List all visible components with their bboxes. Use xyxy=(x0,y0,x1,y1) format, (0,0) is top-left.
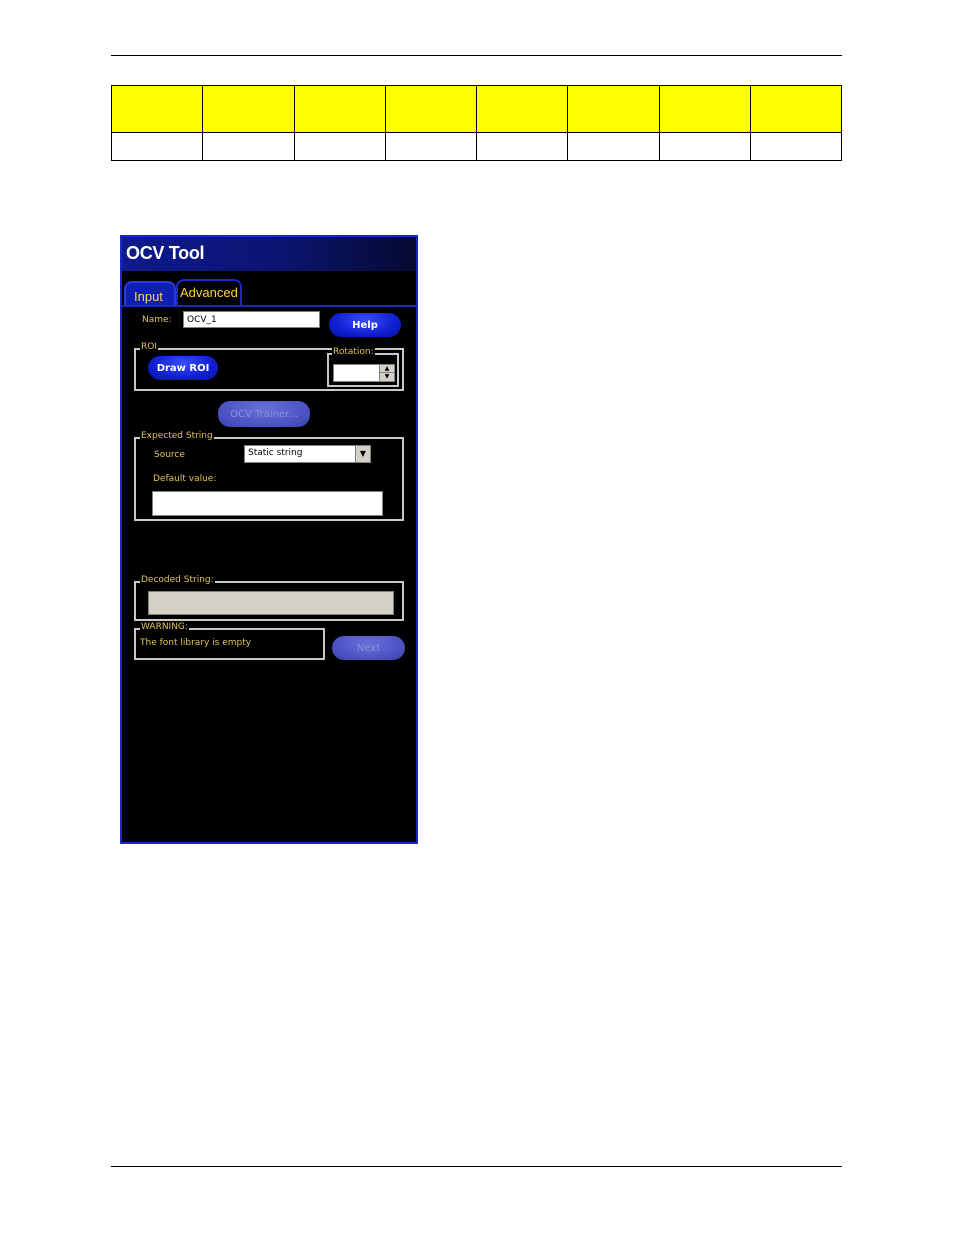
default-value-input[interactable] xyxy=(152,491,383,516)
spin-down-icon[interactable]: ▼ xyxy=(380,373,394,381)
rotation-label: Rotation: xyxy=(332,347,375,357)
tab-advanced-label: Advanced xyxy=(180,285,238,300)
spin-up-icon[interactable]: ▲ xyxy=(380,365,394,373)
warning-label: WARNING: xyxy=(140,622,189,632)
help-button[interactable]: Help xyxy=(329,313,401,337)
tab-divider xyxy=(122,305,416,307)
source-selected-value: Static string xyxy=(248,448,303,458)
table-header-cell xyxy=(293,85,386,133)
table-cell xyxy=(749,132,843,161)
tab-advanced[interactable]: Advanced xyxy=(176,279,242,305)
decoded-string-label: Decoded String: xyxy=(140,575,215,585)
decoded-string-group: Decoded String: xyxy=(134,575,404,621)
spinner-arrows[interactable]: ▲ ▼ xyxy=(379,365,394,381)
source-label: Source xyxy=(154,450,185,460)
table-cell xyxy=(475,132,569,161)
table-header-cell xyxy=(110,85,204,133)
tab-input[interactable]: Input xyxy=(124,281,176,307)
decoded-string-value xyxy=(149,592,393,598)
roi-group: ROI Draw ROI Rotation: ▲ ▼ xyxy=(134,342,404,391)
table-header-cell xyxy=(384,85,478,133)
table-cell xyxy=(293,132,386,161)
tab-input-label: Input xyxy=(134,289,163,304)
name-label: Name: xyxy=(142,315,172,325)
table-cell xyxy=(384,132,478,161)
table-row xyxy=(110,132,843,161)
roi-group-label: ROI xyxy=(140,342,158,352)
rotation-group: Rotation: ▲ ▼ xyxy=(327,347,399,387)
table-cell xyxy=(567,132,660,161)
name-input[interactable] xyxy=(183,311,320,328)
table-header-cell xyxy=(202,85,295,133)
table-cell xyxy=(202,132,295,161)
table-cell xyxy=(110,132,204,161)
footer-rule xyxy=(111,1166,842,1167)
chevron-down-icon[interactable]: ▼ xyxy=(355,446,370,462)
warning-text: The font library is empty xyxy=(140,638,252,648)
header-table xyxy=(110,85,843,161)
table-header-cell xyxy=(749,85,843,133)
table-cell xyxy=(658,132,751,161)
expected-string-label: Expected String xyxy=(140,431,214,441)
next-button[interactable]: Next xyxy=(332,636,405,660)
ocv-tool-window: OCV Tool Input Advanced Name: Help ROI D… xyxy=(120,235,418,844)
draw-roi-button[interactable]: Draw ROI xyxy=(148,356,218,380)
header-rule xyxy=(111,55,842,56)
table-header-row xyxy=(110,85,843,133)
title-bar: OCV Tool xyxy=(122,237,416,271)
warning-group: WARNING: The font library is empty xyxy=(134,622,325,660)
rotation-spinner[interactable]: ▲ ▼ xyxy=(333,364,395,382)
default-value-label: Default value: xyxy=(153,474,217,484)
window-title: OCV Tool xyxy=(126,243,205,263)
expected-string-group: Expected String Source Static string ▼ D… xyxy=(134,431,404,521)
ocv-trainer-button[interactable]: OCV Trainer... xyxy=(218,401,310,427)
table-header-cell xyxy=(658,85,751,133)
decoded-string-field xyxy=(148,591,394,615)
table-header-cell xyxy=(475,85,569,133)
source-select[interactable]: Static string ▼ xyxy=(244,445,371,463)
table-header-cell xyxy=(567,85,660,133)
